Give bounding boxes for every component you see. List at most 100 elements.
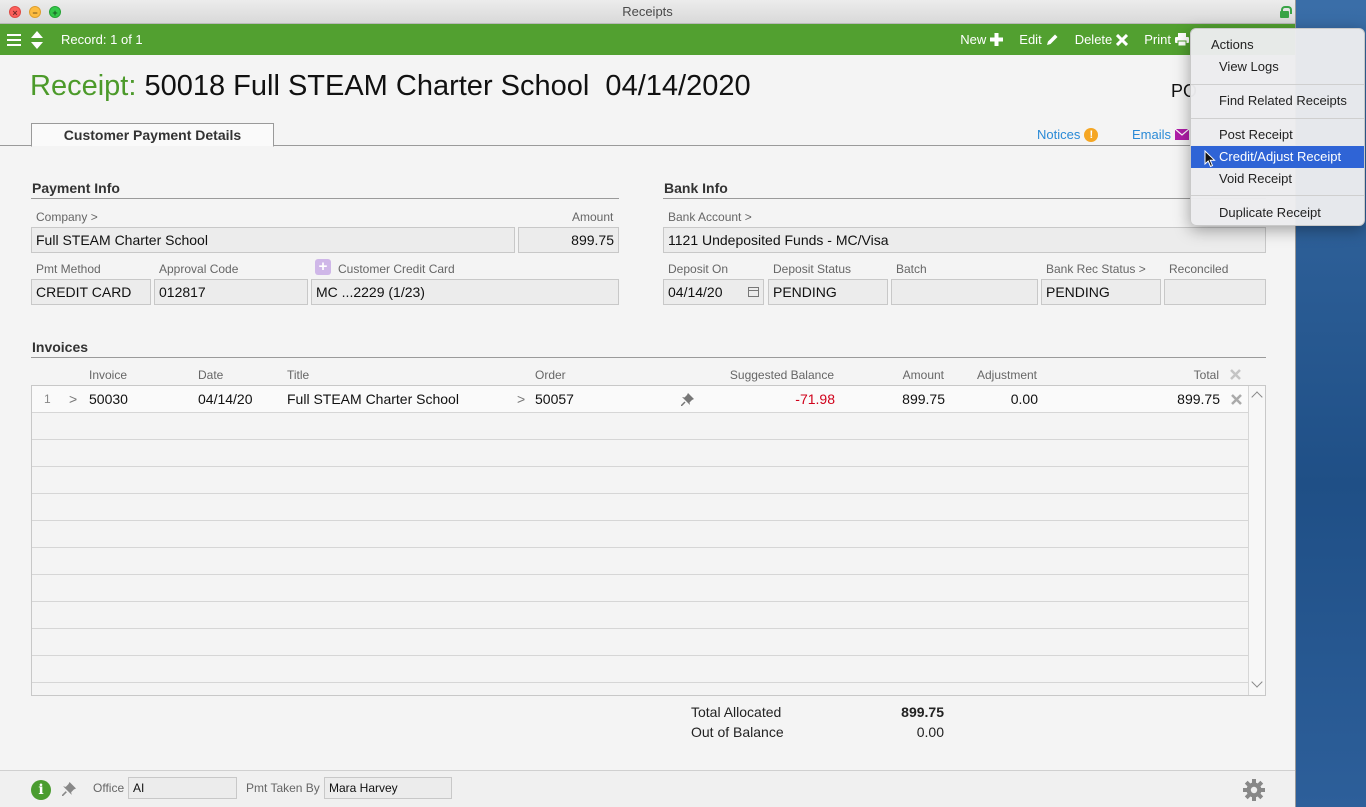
col-suggested-balance[interactable]: Suggested Balance xyxy=(684,368,834,382)
record-counter: Record: 1 of 1 xyxy=(61,32,143,47)
bank-info-title: Bank Info xyxy=(664,180,728,196)
total-allocated-value: 899.75 xyxy=(901,704,944,720)
edit-button-label: Edit xyxy=(1019,32,1042,47)
footer-bar: i Office AI Pmt Taken By Mara Harvey xyxy=(0,770,1295,807)
info-icon[interactable]: i xyxy=(31,780,51,800)
suggested-balance-cell[interactable]: -71.98 xyxy=(685,386,835,412)
minimize-window-icon[interactable]: − xyxy=(29,6,41,18)
pencil-icon xyxy=(1046,34,1058,45)
approval-code-field[interactable]: 012817 xyxy=(154,279,308,305)
scroll-up-icon[interactable] xyxy=(1251,391,1263,403)
menu-item-find-related-receipts[interactable]: Find Related Receipts xyxy=(1191,90,1364,112)
table-row[interactable]: 1 > 50030 04/14/20 Full STEAM Charter Sc… xyxy=(32,386,1249,413)
remove-row-x-icon[interactable] xyxy=(1231,394,1242,405)
col-adjustment[interactable]: Adjustment xyxy=(947,368,1037,382)
zoom-window-icon[interactable]: + xyxy=(49,6,61,18)
scroll-down-icon[interactable] xyxy=(1251,676,1263,688)
invoices-grid: 1 > 50030 04/14/20 Full STEAM Charter Sc… xyxy=(31,385,1266,696)
pmt-method-label: Pmt Method xyxy=(36,262,101,276)
col-amount[interactable]: Amount xyxy=(844,368,944,382)
invoice-cell[interactable]: 50030 xyxy=(89,386,128,412)
grid-scrollbar[interactable] xyxy=(1248,386,1265,695)
reconciled-field[interactable] xyxy=(1164,279,1266,305)
table-row[interactable] xyxy=(32,575,1249,602)
order-link-icon[interactable]: > xyxy=(517,386,525,412)
table-row[interactable] xyxy=(32,413,1249,440)
col-order[interactable]: Order xyxy=(535,368,566,382)
calendar-icon[interactable] xyxy=(748,287,759,297)
menu-separator xyxy=(1191,195,1364,196)
page-title: Receipt: 50018 Full STEAM Charter School… xyxy=(30,70,751,103)
reconciled-label: Reconciled xyxy=(1169,262,1229,276)
row-expand-icon[interactable]: > xyxy=(69,386,77,412)
company-label[interactable]: Company > xyxy=(36,210,98,224)
table-row[interactable] xyxy=(32,602,1249,629)
menu-item-credit-adjust-receipt[interactable]: Credit/Adjust Receipt xyxy=(1191,146,1364,168)
order-cell[interactable]: 50057 xyxy=(535,386,574,412)
customer-credit-card-field[interactable]: MC ...2229 (1/23) xyxy=(311,279,619,305)
menu-item-post-receipt[interactable]: Post Receipt xyxy=(1191,124,1364,146)
deposit-on-field[interactable]: 04/14/20 xyxy=(663,279,764,305)
amount-field[interactable]: 899.75 xyxy=(518,227,619,253)
payment-info-title: Payment Info xyxy=(32,180,120,196)
clear-all-x-icon[interactable] xyxy=(1230,369,1241,380)
menu-item-view-logs[interactable]: View Logs xyxy=(1191,56,1364,78)
bank-account-label[interactable]: Bank Account > xyxy=(668,210,752,224)
emails-link[interactable]: Emails xyxy=(1132,127,1190,142)
col-title[interactable]: Title xyxy=(287,368,309,382)
tab-bar: Customer Payment Details Notices ! Email… xyxy=(0,121,1295,147)
menu-separator xyxy=(1191,84,1364,85)
notices-link[interactable]: Notices ! xyxy=(1037,127,1099,142)
gear-icon[interactable] xyxy=(1242,778,1266,802)
menu-item-void-receipt[interactable]: Void Receipt xyxy=(1191,168,1364,190)
print-button-label: Print xyxy=(1144,32,1171,47)
deposit-on-value: 04/14/20 xyxy=(668,284,723,300)
delete-button[interactable]: Delete xyxy=(1075,32,1129,47)
deposit-on-label: Deposit On xyxy=(668,262,729,276)
pmt-method-field[interactable]: CREDIT CARD xyxy=(31,279,151,305)
table-row[interactable] xyxy=(32,521,1249,548)
print-button[interactable]: Print xyxy=(1144,32,1189,47)
out-of-balance-label: Out of Balance xyxy=(691,724,784,740)
table-row[interactable] xyxy=(32,440,1249,467)
title-cell[interactable]: Full STEAM Charter School xyxy=(287,386,459,412)
record-header: Receipt: 50018 Full STEAM Charter School… xyxy=(0,55,1295,121)
envelope-icon xyxy=(1175,129,1190,140)
table-row[interactable] xyxy=(32,467,1249,494)
tab-customer-payment-details[interactable]: Customer Payment Details xyxy=(31,123,274,147)
deposit-status-label: Deposit Status xyxy=(773,262,852,276)
exclamation-icon: ! xyxy=(1084,127,1099,142)
adjustment-cell[interactable]: 0.00 xyxy=(948,386,1038,412)
bank-info-divider xyxy=(663,198,1266,199)
pmt-taken-by-field[interactable]: Mara Harvey xyxy=(324,777,452,799)
col-date[interactable]: Date xyxy=(198,368,223,382)
col-total[interactable]: Total xyxy=(1119,368,1219,382)
batch-field[interactable] xyxy=(891,279,1038,305)
table-row[interactable] xyxy=(32,656,1249,683)
table-row[interactable] xyxy=(32,629,1249,656)
date-cell[interactable]: 04/14/20 xyxy=(198,386,253,412)
toolbar: Record: 1 of 1 New Edit Delete Print xyxy=(0,24,1295,55)
record-navigate-icon[interactable] xyxy=(30,30,44,50)
page-title-text: 50018 Full STEAM Charter School 04/14/20… xyxy=(144,70,751,102)
total-cell[interactable]: 899.75 xyxy=(1120,386,1220,412)
col-invoice[interactable]: Invoice xyxy=(89,368,127,382)
close-window-icon[interactable]: × xyxy=(9,6,21,18)
menu-item-duplicate-receipt[interactable]: Duplicate Receipt xyxy=(1191,202,1364,224)
bank-account-field[interactable]: 1121 Undeposited Funds - MC/Visa xyxy=(663,227,1266,253)
add-card-icon[interactable]: + xyxy=(315,259,331,275)
bank-rec-status-field[interactable]: PENDING xyxy=(1041,279,1161,305)
new-button[interactable]: New xyxy=(960,32,1004,47)
edit-button[interactable]: Edit xyxy=(1019,32,1058,47)
total-allocated-label: Total Allocated xyxy=(691,704,782,720)
bank-rec-status-label[interactable]: Bank Rec Status > xyxy=(1046,262,1146,276)
company-field[interactable]: Full STEAM Charter School xyxy=(31,227,515,253)
table-row[interactable] xyxy=(32,548,1249,575)
deposit-status-field[interactable]: PENDING xyxy=(768,279,888,305)
table-row[interactable] xyxy=(32,494,1249,521)
office-field[interactable]: AI xyxy=(128,777,237,799)
invoices-title: Invoices xyxy=(32,339,89,355)
footer-pin-icon[interactable] xyxy=(62,782,76,796)
hamburger-menu-icon[interactable] xyxy=(7,33,21,46)
amount-cell[interactable]: 899.75 xyxy=(845,386,945,412)
